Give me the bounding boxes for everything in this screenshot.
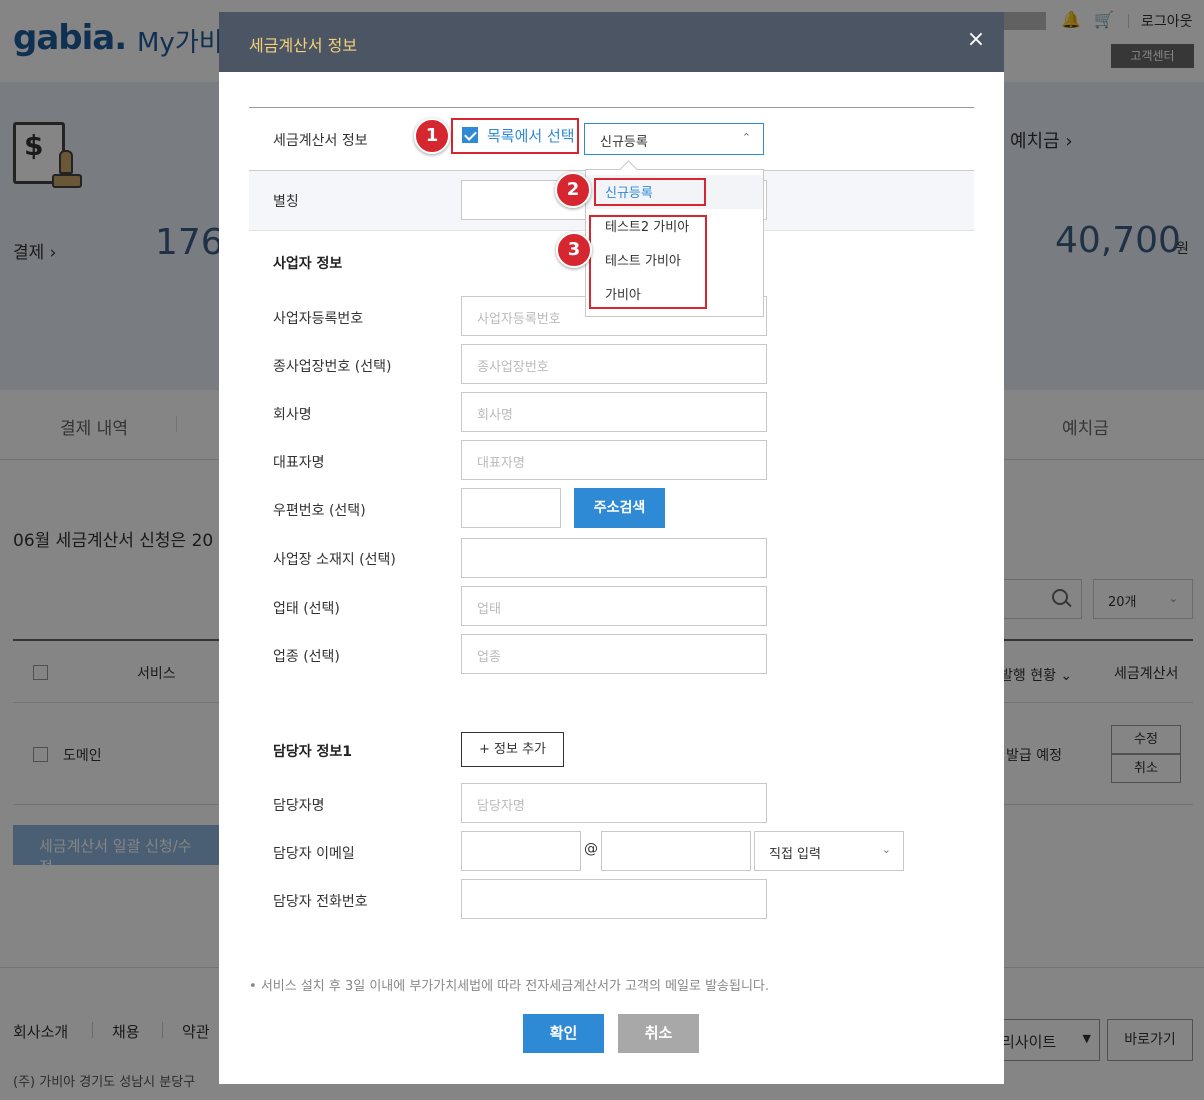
biz-number-label: 사업자등록번호 [273,311,364,327]
add-info-button[interactable]: + 정보 추가 [461,732,564,767]
cancel-button[interactable]: 취소 [618,1014,699,1053]
alias-label: 별칭 [273,194,299,210]
annotation-badge-2: 2 [555,172,591,208]
business-section-title: 사업자 정보 [273,256,343,272]
zipcode-label: 우편번호 (선택) [273,503,366,519]
email-at-sign: @ [584,841,598,857]
company-label: 회사명 [273,407,312,423]
modal-header: 세금계산서 정보 × [219,12,1004,72]
contact-name-input[interactable]: 담당자명 [461,783,767,823]
notice-text: • 서비스 설치 후 3일 이내에 부가가치세법에 따라 전자세금계산서가 고객… [249,979,770,994]
add-info-label: 정보 추가 [494,742,547,757]
modal-title: 세금계산서 정보 [249,36,358,55]
biz-type-label: 업태 (선택) [273,601,340,617]
contact-section-title: 담당자 정보1 [273,744,353,760]
tax-invoice-modal: 세금계산서 정보 × 세금계산서 정보 목록에서 선택 신규등록 ⌃ 별칭 사업… [219,12,1004,1084]
ceo-label: 대표자명 [273,455,325,471]
highlight-box-1 [451,118,579,154]
branch-number-label: 종사업장번호 (선택) [273,359,392,375]
close-icon[interactable]: × [964,28,988,52]
annotation-badge-3: 3 [556,232,592,268]
ceo-input[interactable]: 대표자명 [461,440,767,480]
annotation-badge-1: 1 [414,118,450,154]
contact-email-label: 담당자 이메일 [273,846,355,862]
address-label: 사업장 소재지 (선택) [273,552,396,568]
email-local-input[interactable] [461,831,581,871]
biz-type-input[interactable]: 업태 [461,586,767,626]
highlight-box-3 [589,215,707,309]
highlight-box-2 [594,178,706,206]
address-input[interactable] [461,538,767,578]
biz-item-input[interactable]: 업종 [461,634,767,674]
branch-number-input[interactable]: 종사업장번호 [461,344,767,384]
confirm-button[interactable]: 확인 [523,1014,604,1053]
contact-name-label: 담당자명 [273,798,325,814]
email-domain-input[interactable] [601,831,751,871]
chevron-down-icon: ⌄ [881,843,891,856]
chevron-up-icon: ⌃ [741,131,751,144]
contact-phone-input[interactable] [461,879,767,919]
biz-item-label: 업종 (선택) [273,649,340,665]
email-domain-select[interactable]: 직접 입력 ⌄ [754,831,904,871]
invoice-info-label: 세금계산서 정보 [273,133,368,149]
plus-icon: + [478,742,490,757]
contact-phone-label: 담당자 전화번호 [273,894,368,910]
invoice-list-select[interactable]: 신규등록 ⌃ [584,123,764,155]
divider [249,107,974,108]
zipcode-input[interactable] [461,488,561,528]
address-search-button[interactable]: 주소검색 [574,488,665,528]
company-input[interactable]: 회사명 [461,392,767,432]
